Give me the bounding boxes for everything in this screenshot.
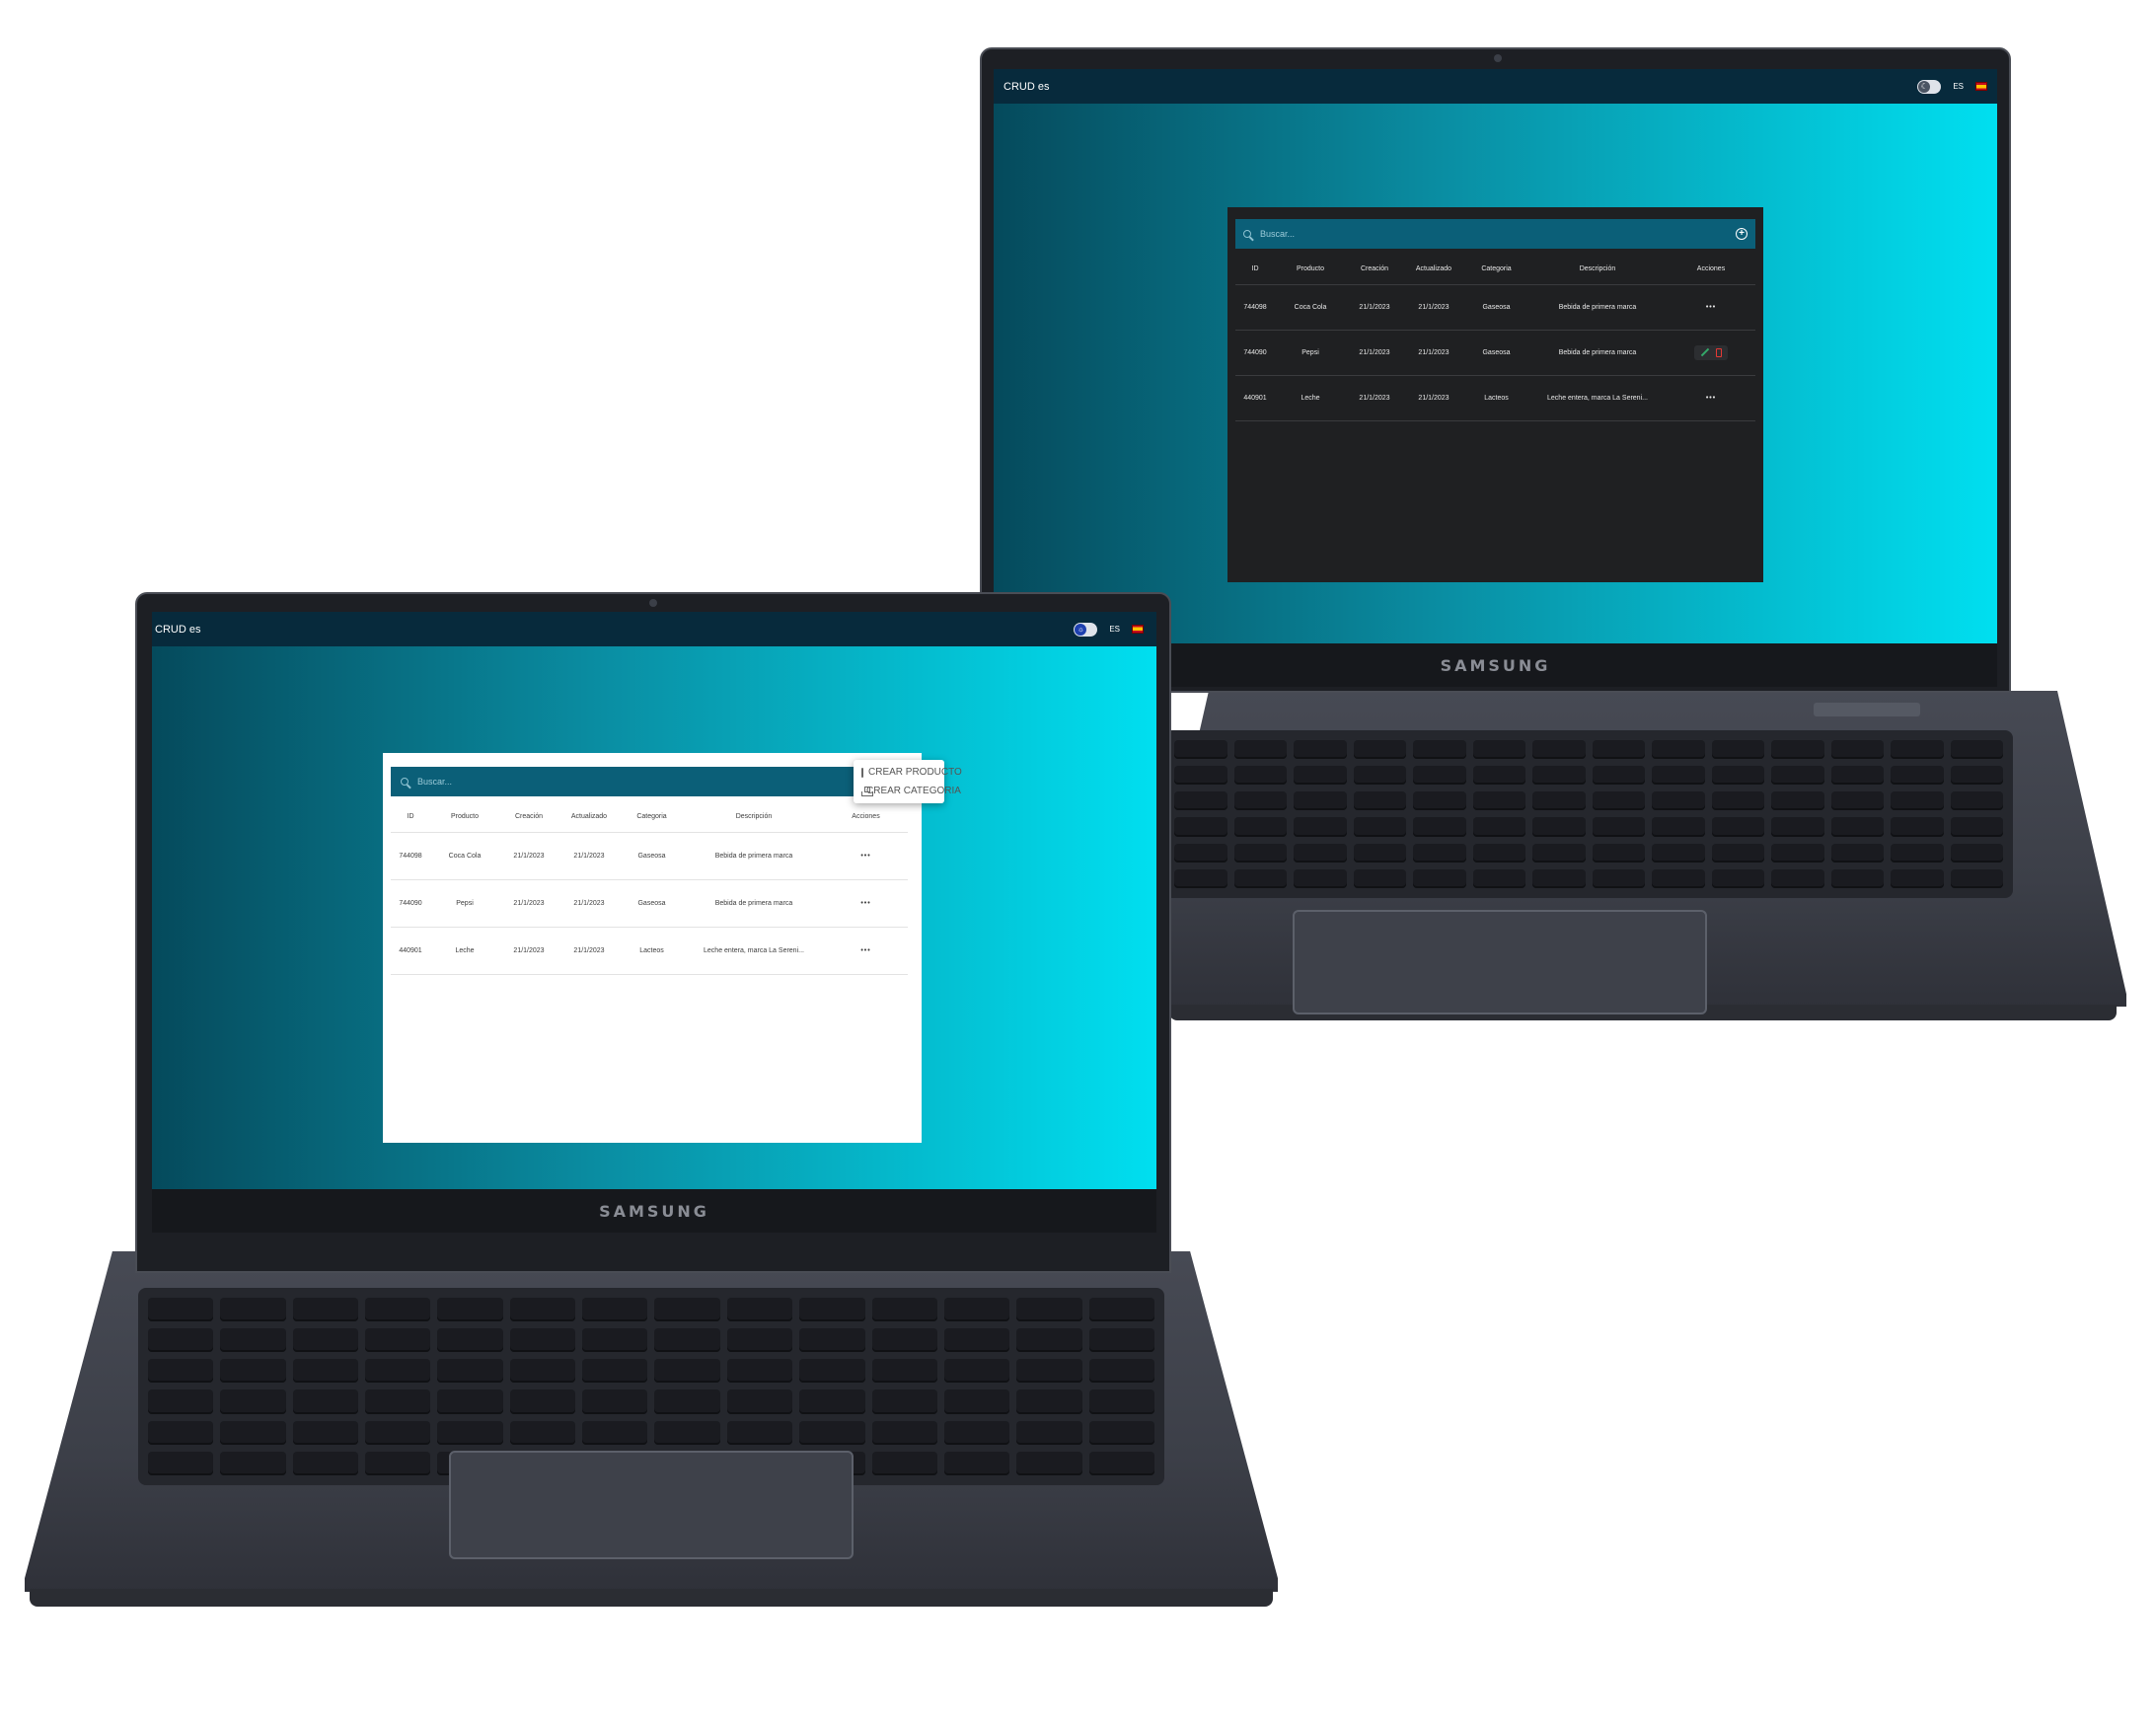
search-input[interactable] (417, 777, 713, 787)
more-actions-cell: ••• (824, 832, 908, 880)
cell-product: Coca Cola (430, 832, 499, 880)
brand-logo: SAMSUNG (599, 1201, 709, 1221)
search-icon (401, 778, 409, 786)
create-product-menu-item[interactable]: CREAR PRODUCTO (854, 763, 962, 782)
cell-product: Pepsi (430, 879, 499, 928)
more-actions-cell: ••• (824, 927, 908, 975)
touchpad (449, 1451, 854, 1559)
cell-id: 744098 (391, 832, 430, 880)
showcase-stage: CRUD es ☾ ES + (0, 0, 2156, 1727)
cell-updated: 21/1/2023 (558, 927, 620, 975)
column-header-product: Producto (430, 802, 499, 833)
box-icon (861, 767, 863, 778)
cell-created: 21/1/2023 (499, 832, 558, 880)
laptop-light-mode: CRUD es ☼ ES Buscar... ID Producto Creac… (0, 0, 2156, 1727)
more-actions-cell: ••• (824, 879, 908, 928)
column-header-category: Categoria (620, 802, 684, 833)
table-row: 440901 Leche 21/1/2023 21/1/2023 Lacteos… (391, 927, 908, 975)
screen: CRUD es ☼ ES Buscar... ID Producto Creac… (152, 612, 1156, 1189)
app-title: CRUD es (155, 623, 201, 636)
screen-bezel-bottom: SAMSUNG (152, 1189, 1156, 1233)
app-bar: CRUD es ☼ ES (152, 612, 1156, 646)
column-header-created: Creación (499, 802, 558, 833)
cell-created: 21/1/2023 (499, 927, 558, 975)
cell-category: Gaseosa (620, 832, 684, 880)
cell-created: 21/1/2023 (499, 879, 558, 928)
more-horizontal-icon[interactable]: ••• (860, 947, 870, 954)
spain-flag-icon[interactable] (1132, 625, 1144, 634)
cell-description: Bebida de primera marca (684, 832, 824, 880)
column-header-description: Descripción (684, 802, 824, 833)
products-panel: ID Producto Creación Actualizado Categor… (383, 753, 922, 1143)
sun-icon: ☼ (1075, 623, 1087, 636)
search-bar (391, 767, 858, 796)
table-row: 744098 Coca Cola 21/1/2023 21/1/2023 Gas… (391, 832, 908, 880)
cell-description: Leche entera, marca La Sereni... (684, 927, 824, 975)
create-category-menu-item[interactable]: CREAR CATEGORIA (854, 782, 961, 800)
column-header-id: ID (391, 802, 430, 833)
create-product-label: CREAR PRODUCTO (868, 767, 962, 778)
cell-updated: 21/1/2023 (558, 879, 620, 928)
cell-category: Lacteos (620, 927, 684, 975)
cell-description: Bebida de primera marca (684, 879, 824, 928)
language-label[interactable]: ES (1109, 625, 1120, 634)
cell-id: 440901 (391, 927, 430, 975)
app-bar-actions: ☼ ES (1074, 622, 1153, 637)
create-category-label: CREAR CATEGORIA (866, 786, 961, 796)
cell-id: 744090 (391, 879, 430, 928)
add-menu-popup: CREAR PRODUCTO CREAR CATEGORIA (854, 760, 962, 803)
table-row: 744090 Pepsi 21/1/2023 21/1/2023 Gaseosa… (391, 879, 908, 928)
products-table: ID Producto Creación Actualizado Categor… (391, 802, 908, 975)
cell-product: Leche (430, 927, 499, 975)
webcam (649, 599, 657, 607)
cell-updated: 21/1/2023 (558, 832, 620, 880)
laptop-front-edge (30, 1589, 1273, 1607)
column-header-actions: Acciones (824, 802, 908, 833)
more-horizontal-icon[interactable]: ••• (860, 900, 870, 907)
column-header-updated: Actualizado (558, 802, 620, 833)
cell-category: Gaseosa (620, 879, 684, 928)
theme-toggle[interactable]: ☼ (1074, 622, 1098, 637)
more-horizontal-icon[interactable]: ••• (860, 853, 870, 860)
